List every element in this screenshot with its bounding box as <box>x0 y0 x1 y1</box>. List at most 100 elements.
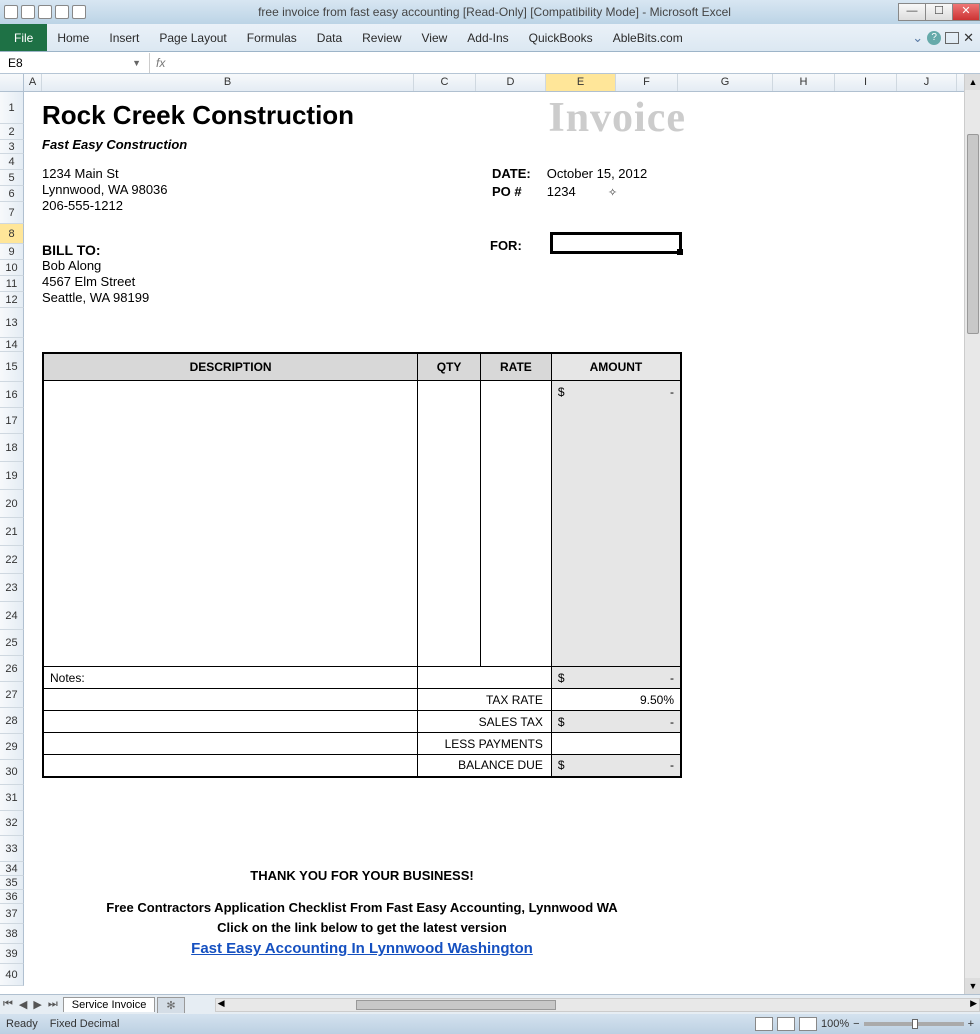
name-box-dropdown-icon[interactable]: ▼ <box>132 58 141 68</box>
tab-view[interactable]: View <box>412 24 458 51</box>
row-header-17[interactable]: 17 <box>0 408 24 434</box>
tab-addins[interactable]: Add-Ins <box>457 24 518 51</box>
tab-insert[interactable]: Insert <box>99 24 149 51</box>
maximize-button[interactable]: ☐ <box>925 3 953 21</box>
row-header-31[interactable]: 31 <box>0 785 24 811</box>
view-layout-icon[interactable] <box>777 1017 795 1031</box>
row-header-34[interactable]: 34 <box>0 862 24 876</box>
row-header-15[interactable]: 15 <box>0 352 24 382</box>
col-header-c[interactable]: C <box>414 74 476 91</box>
row-header-13[interactable]: 13 <box>0 308 24 338</box>
row-header-6[interactable]: 6 <box>0 186 24 202</box>
worksheet-canvas[interactable]: Rock Creek Construction Invoice Fast Eas… <box>24 92 964 994</box>
row-header-5[interactable]: 5 <box>0 170 24 186</box>
tab-review[interactable]: Review <box>352 24 411 51</box>
tab-quickbooks[interactable]: QuickBooks <box>519 24 603 51</box>
tab-formulas[interactable]: Formulas <box>237 24 307 51</box>
row-header-40[interactable]: 40 <box>0 964 24 986</box>
tab-ablebits[interactable]: AbleBits.com <box>603 24 693 51</box>
zoom-out-icon[interactable]: − <box>853 1018 859 1030</box>
fill-handle[interactable] <box>677 249 683 255</box>
vertical-scrollbar[interactable]: ▲ ▼ <box>964 74 980 994</box>
view-normal-icon[interactable] <box>755 1017 773 1031</box>
scroll-down-icon[interactable]: ▼ <box>965 978 980 994</box>
tab-page-layout[interactable]: Page Layout <box>149 24 236 51</box>
cell-rate[interactable] <box>480 381 551 403</box>
minimize-button[interactable]: — <box>898 3 926 21</box>
row-header-35[interactable]: 35 <box>0 876 24 890</box>
ribbon-restore-icon[interactable] <box>945 32 959 44</box>
row-header-37[interactable]: 37 <box>0 904 24 924</box>
col-header-i[interactable]: I <box>835 74 897 91</box>
sheet-nav-next-icon[interactable]: ▶ <box>30 998 44 1011</box>
row-header-16[interactable]: 16 <box>0 382 24 408</box>
row-header-25[interactable]: 25 <box>0 630 24 656</box>
close-button[interactable]: ✕ <box>952 3 980 21</box>
fx-icon[interactable]: fx <box>150 56 171 70</box>
tab-home[interactable]: Home <box>47 24 99 51</box>
help-icon[interactable]: ? <box>927 31 941 45</box>
row-header-9[interactable]: 9 <box>0 244 24 260</box>
file-tab[interactable]: File <box>0 24 47 51</box>
cell-qty[interactable] <box>418 381 481 403</box>
row-header-32[interactable]: 32 <box>0 811 24 836</box>
zoom-level[interactable]: 100% <box>821 1018 849 1030</box>
sheet-tab-new-icon[interactable]: ✻ <box>157 997 184 1013</box>
row-header-12[interactable]: 12 <box>0 292 24 308</box>
scroll-thumb[interactable] <box>967 134 979 334</box>
save-icon[interactable] <box>21 5 35 19</box>
row-header-2[interactable]: 2 <box>0 124 24 140</box>
row-header-7[interactable]: 7 <box>0 202 24 224</box>
hscroll-left-icon[interactable]: ◀ <box>218 998 225 1009</box>
tax-rate-value[interactable]: 9.50% <box>551 689 681 711</box>
col-header-b[interactable]: B <box>42 74 414 91</box>
col-header-g[interactable]: G <box>678 74 773 91</box>
row-header-19[interactable]: 19 <box>0 462 24 490</box>
sheet-nav-last-icon[interactable]: ⏭ <box>45 998 61 1011</box>
row-header-4[interactable]: 4 <box>0 154 24 170</box>
row-header-29[interactable]: 29 <box>0 734 24 760</box>
undo-icon[interactable] <box>38 5 52 19</box>
select-all-corner[interactable] <box>0 74 24 91</box>
notes-label[interactable]: Notes: <box>43 667 418 689</box>
hscroll-right-icon[interactable]: ▶ <box>970 998 977 1009</box>
row-header-22[interactable]: 22 <box>0 546 24 574</box>
col-header-h[interactable]: H <box>773 74 835 91</box>
promo-link[interactable]: Fast Easy Accounting In Lynnwood Washing… <box>42 940 682 957</box>
sheet-nav-first-icon[interactable]: ⏮ <box>0 998 16 1011</box>
row-header-30[interactable]: 30 <box>0 760 24 785</box>
row-header-10[interactable]: 10 <box>0 260 24 276</box>
zoom-knob[interactable] <box>912 1019 918 1029</box>
view-break-icon[interactable] <box>799 1017 817 1031</box>
redo-icon[interactable] <box>55 5 69 19</box>
sheet-nav-prev-icon[interactable]: ◀ <box>16 998 30 1011</box>
row-header-38[interactable]: 38 <box>0 924 24 944</box>
tab-data[interactable]: Data <box>307 24 352 51</box>
row-header-3[interactable]: 3 <box>0 140 24 154</box>
row-header-18[interactable]: 18 <box>0 434 24 462</box>
row-header-27[interactable]: 27 <box>0 682 24 708</box>
name-box[interactable]: E8 ▼ <box>0 53 150 73</box>
row-header-20[interactable]: 20 <box>0 490 24 518</box>
row-header-14[interactable]: 14 <box>0 338 24 352</box>
row-header-33[interactable]: 33 <box>0 836 24 862</box>
ribbon-minimize-icon[interactable]: ⌄ <box>912 30 923 46</box>
horizontal-scrollbar[interactable]: ◀ ▶ <box>215 998 980 1012</box>
hscroll-thumb[interactable] <box>356 1000 556 1010</box>
col-header-a[interactable]: A <box>24 74 42 91</box>
zoom-in-icon[interactable]: + <box>968 1018 974 1030</box>
row-header-24[interactable]: 24 <box>0 602 24 630</box>
sheet-tab-active[interactable]: Service Invoice <box>63 997 156 1012</box>
row-header-23[interactable]: 23 <box>0 574 24 602</box>
col-header-e[interactable]: E <box>546 74 616 91</box>
row-header-1[interactable]: 1 <box>0 92 24 124</box>
col-header-d[interactable]: D <box>476 74 546 91</box>
row-header-21[interactable]: 21 <box>0 518 24 546</box>
col-header-f[interactable]: F <box>616 74 678 91</box>
row-header-28[interactable]: 28 <box>0 708 24 734</box>
active-cell-selection[interactable] <box>550 232 682 254</box>
row-header-39[interactable]: 39 <box>0 944 24 964</box>
scroll-up-icon[interactable]: ▲ <box>965 74 980 90</box>
row-header-11[interactable]: 11 <box>0 276 24 292</box>
row-header-8[interactable]: 8 <box>0 224 24 244</box>
